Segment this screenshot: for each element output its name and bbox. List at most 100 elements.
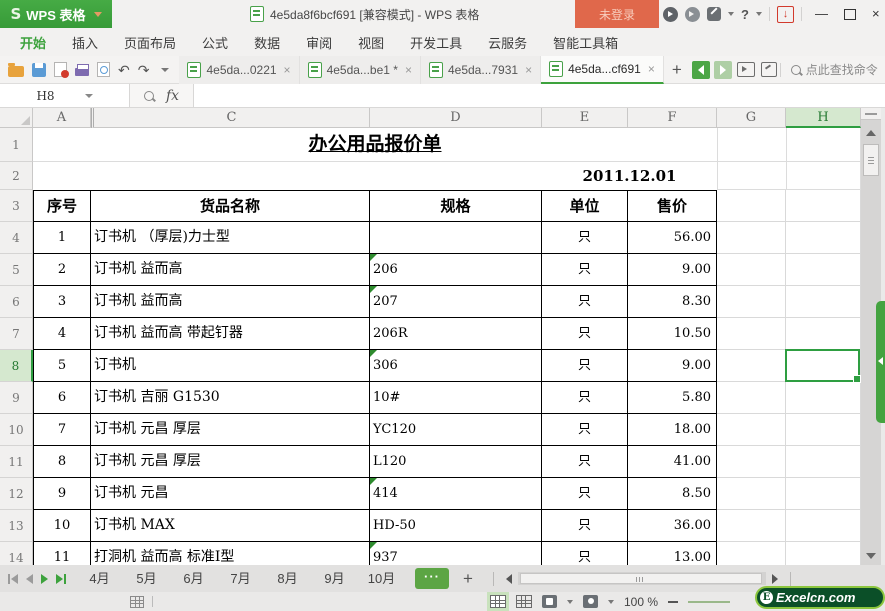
cell-no[interactable]: 9 [33, 478, 91, 510]
cell-name[interactable]: 订书机 元昌 厚层 [91, 446, 370, 478]
doc-tab[interactable]: 4e5da...cf691 × [541, 55, 664, 84]
cell-h[interactable] [786, 382, 861, 414]
cell-price[interactable]: 9.00 [628, 254, 717, 286]
reading-mode-button[interactable] [583, 595, 598, 608]
horizontal-scroll-thumb[interactable] [519, 573, 762, 584]
menu-tab-6[interactable]: 审阅 [306, 33, 332, 52]
cell-g[interactable] [717, 510, 786, 542]
column-header-D[interactable]: D [370, 108, 542, 128]
cell-price[interactable]: 5.80 [628, 382, 717, 414]
close-tab-icon[interactable]: × [405, 63, 412, 77]
pen-tools-icon[interactable] [707, 7, 721, 21]
cell-unit[interactable]: 只 [542, 478, 628, 510]
help-icon[interactable]: ? [741, 7, 749, 22]
cell-name[interactable]: 订书机 元昌 厚层 [91, 414, 370, 446]
cell-g[interactable] [717, 478, 786, 510]
cell-unit[interactable]: 只 [542, 414, 628, 446]
cell-no[interactable]: 7 [33, 414, 91, 446]
cell-g[interactable] [717, 318, 786, 350]
cell-price[interactable]: 13.00 [628, 542, 717, 565]
cell-spec[interactable]: 937 [370, 542, 542, 565]
cell-unit[interactable]: 只 [542, 286, 628, 318]
maximize-button[interactable] [843, 8, 856, 20]
more-sheets-button[interactable]: ··· [415, 568, 449, 589]
cell-spec[interactable]: 10# [370, 382, 542, 414]
fill-handle[interactable] [853, 375, 861, 383]
minimize-button[interactable]: — [815, 0, 828, 28]
export-pdf-icon[interactable] [54, 62, 69, 78]
menu-tab-9[interactable]: 云服务 [488, 33, 527, 52]
row-header-8[interactable]: 8 [0, 350, 33, 382]
cell-no[interactable]: 3 [33, 286, 91, 318]
close-tab-icon[interactable]: × [525, 63, 532, 77]
page-break-view-button[interactable] [516, 595, 532, 608]
cell-spec[interactable]: 414 [370, 478, 542, 510]
chevron-down-icon[interactable] [728, 12, 734, 16]
cell-unit[interactable]: 只 [542, 542, 628, 565]
download-icon[interactable]: ↓ [776, 5, 794, 23]
cell-h[interactable] [786, 318, 861, 350]
column-header-A[interactable]: A [33, 108, 91, 128]
close-button[interactable]: × [872, 0, 880, 28]
hscroll-right-icon[interactable] [771, 573, 778, 584]
zoom-slider[interactable] [688, 600, 731, 603]
cell-price[interactable]: 9.00 [628, 350, 717, 382]
wps-app-menu-button[interactable]: S WPS 表格 [0, 0, 112, 28]
row-header-11[interactable]: 11 [0, 446, 33, 478]
chevron-down-icon[interactable] [608, 599, 614, 604]
cell-unit[interactable]: 只 [542, 446, 628, 478]
menu-tab-10[interactable]: 智能工具箱 [553, 33, 618, 52]
skin-icon[interactable] [663, 6, 678, 22]
sheet-title-cell[interactable]: 办公用品报价单 [33, 128, 717, 162]
cell-g[interactable] [717, 254, 786, 286]
cell-price[interactable]: 8.50 [628, 478, 717, 510]
menu-tab-7[interactable]: 视图 [358, 33, 384, 52]
cell-h[interactable] [786, 446, 861, 478]
cell-h[interactable] [786, 254, 861, 286]
sheet-tab-6月[interactable]: 6月 [170, 565, 217, 592]
doc-tab[interactable]: 4e5da...0221 × [179, 55, 300, 84]
cell-price[interactable]: 41.00 [628, 446, 717, 478]
cell-price[interactable]: 8.30 [628, 286, 717, 318]
print-preview-icon[interactable] [97, 62, 110, 77]
cell-no[interactable]: 4 [33, 318, 91, 350]
toolbar-more-icon[interactable] [161, 67, 170, 72]
first-sheet-button[interactable] [8, 573, 18, 584]
save-icon[interactable] [32, 63, 46, 77]
cell-h[interactable] [786, 510, 861, 542]
play-view-icon[interactable] [736, 62, 755, 77]
cell-unit[interactable]: 只 [542, 222, 628, 254]
normal-view-button[interactable] [487, 592, 509, 611]
sheet-tab-7月[interactable]: 7月 [217, 565, 264, 592]
cell-unit[interactable]: 只 [542, 318, 628, 350]
cell-spec[interactable]: 306 [370, 350, 542, 382]
next-sheet-button[interactable] [41, 573, 48, 584]
row-header-14[interactable]: 14 [0, 542, 33, 565]
zoom-out-button[interactable] [668, 600, 679, 603]
cell-unit[interactable]: 只 [542, 350, 628, 382]
cell-g[interactable] [717, 350, 786, 382]
cell-price[interactable]: 10.50 [628, 318, 717, 350]
header-no[interactable]: 序号 [33, 190, 91, 222]
sheet-tab-5月[interactable]: 5月 [123, 565, 170, 592]
cell-no[interactable]: 8 [33, 446, 91, 478]
horizontal-scrollbar[interactable] [517, 572, 766, 585]
cell-name[interactable]: 订书机 [91, 350, 370, 382]
cell-name[interactable]: 订书机 元昌 [91, 478, 370, 510]
sheet-tab-9月[interactable]: 9月 [311, 565, 358, 592]
last-sheet-button[interactable] [56, 573, 66, 584]
row-header-6[interactable]: 6 [0, 286, 33, 318]
cell-name[interactable]: 订书机 益而高 带起钉器 [91, 318, 370, 350]
cell-name[interactable]: 订书机 吉丽 G1530 [91, 382, 370, 414]
close-tab-icon[interactable]: × [648, 62, 655, 76]
share-icon[interactable] [760, 62, 777, 77]
cell-spec[interactable]: 206 [370, 254, 542, 286]
row-header-10[interactable]: 10 [0, 414, 33, 446]
scroll-up-icon[interactable] [866, 130, 876, 136]
cell-no[interactable]: 10 [33, 510, 91, 542]
command-search[interactable]: 点此查找命令 [790, 61, 878, 78]
menu-tab-5[interactable]: 数据 [254, 33, 280, 52]
sheet-tab-8月[interactable]: 8月 [264, 565, 311, 592]
cell-h[interactable] [786, 478, 861, 510]
close-tab-icon[interactable]: × [284, 63, 291, 77]
